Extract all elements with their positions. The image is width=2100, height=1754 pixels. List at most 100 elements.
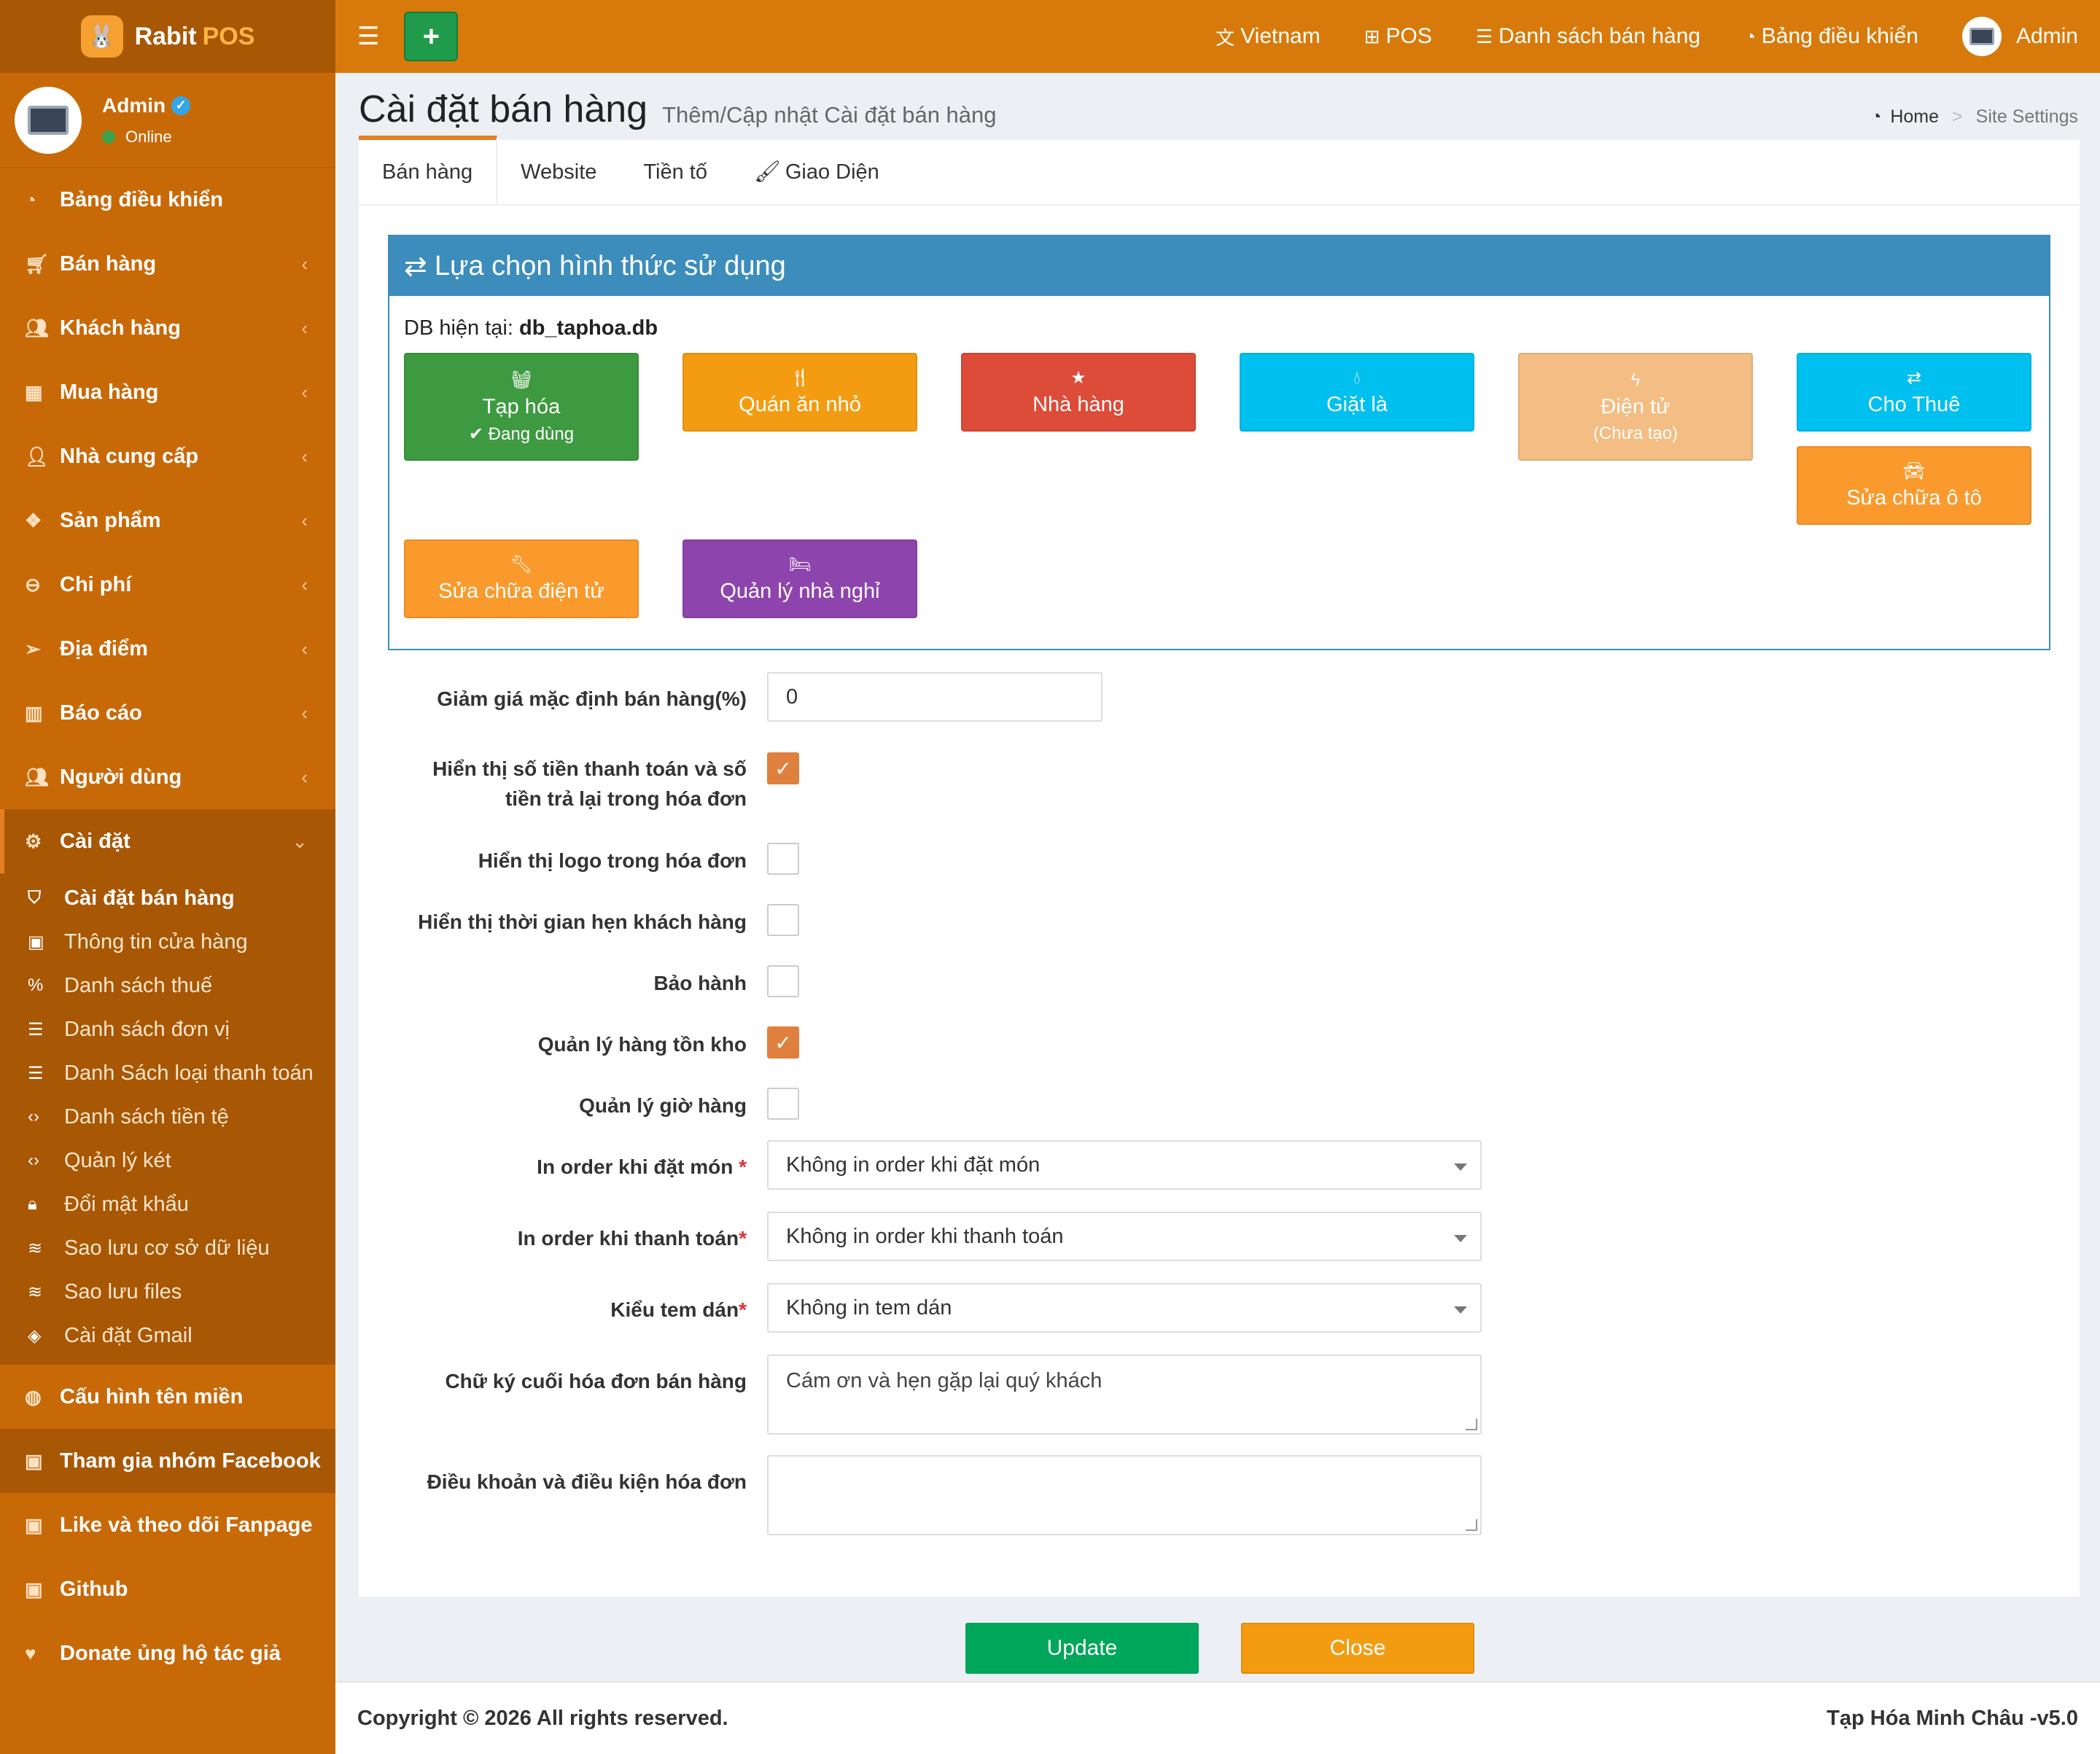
chevron-left-icon: ‹ xyxy=(301,637,308,660)
submenu-item-currencies[interactable]: ‹› Danh sách tiền tệ xyxy=(0,1095,335,1139)
mode-tile-electronics[interactable]: ϟ Điện tử (Chưa tạo) xyxy=(1518,353,1753,461)
add-new-button[interactable]: + xyxy=(404,12,459,61)
main-content: Cài đặt bán hàng Thêm/Cập nhật Cài đặt b… xyxy=(335,73,2100,1597)
submenu-item-backup-db[interactable]: ≋ Sao lưu cơ sở dữ liệu xyxy=(0,1226,335,1270)
sidebar-item-label: Chi phí xyxy=(60,572,132,596)
chevron-left-icon: ‹ xyxy=(301,316,308,339)
mode-tile-car-repair[interactable]: 🚘︎ Sửa chữa ô tô xyxy=(1797,446,2031,525)
pos-link[interactable]: ⊞ POS xyxy=(1364,24,1432,49)
sidebar-item-facebook-group[interactable]: ▣ Tham gia nhóm Facebook xyxy=(0,1429,335,1493)
mode-tile-restaurant[interactable]: ★ Nhà hàng xyxy=(961,353,1196,432)
tile-label: Nhà hàng xyxy=(1032,393,1124,416)
mode-tile-electronics-repair[interactable]: 🔧︎ Sửa chữa điện tử xyxy=(404,539,639,618)
tab-theme[interactable]: 🖌︎ Giao Diện xyxy=(731,140,903,204)
sidebar-item-fanpage[interactable]: ▣ Like và theo dõi Fanpage xyxy=(0,1493,335,1557)
code-icon: ‹› xyxy=(28,1150,39,1170)
close-button[interactable]: Close xyxy=(1241,1623,1474,1674)
copyright: Copyright © 2026 All rights reserved. xyxy=(357,1706,728,1730)
sticker-select[interactable]: Không in tem dán xyxy=(767,1283,1482,1333)
stock-checkbox[interactable]: ✓ xyxy=(767,1026,799,1059)
print-order-select[interactable]: Không in order khi đặt món xyxy=(767,1140,1482,1190)
terms-textarea[interactable] xyxy=(767,1455,1482,1535)
sidebar-item-label: Sản phẩm xyxy=(60,508,161,532)
submenu-item-taxes[interactable]: % Danh sách thuế xyxy=(0,964,335,1007)
settings-submenu: ⛉ Cài đặt bán hàng ▣ Thông tin cửa hàng % D… xyxy=(0,873,335,1365)
tile-note: ✔ Đang dùng xyxy=(468,424,575,444)
sidebar-item-domain[interactable]: ◍ Cấu hình tên miền xyxy=(0,1365,335,1429)
submenu-item-gmail[interactable]: ◈ Cài đặt Gmail xyxy=(0,1314,335,1357)
submenu-item-cash-drawer[interactable]: ‹› Quản lý két xyxy=(0,1139,335,1182)
sidebar-item-expenses[interactable]: ⊖ Chi phí ‹ xyxy=(0,553,335,617)
basket-icon: 🧺︎ xyxy=(510,370,533,390)
mode-tile-small-eatery[interactable]: 🍴︎ Quán ăn nhỏ xyxy=(682,353,917,432)
submenu-item-payment-types[interactable]: ☰ Danh Sách loại thanh toán xyxy=(0,1051,335,1095)
submenu-item-change-password[interactable]: 🔒︎ Đổi mật khẩu xyxy=(0,1182,335,1226)
sidebar-item-customers[interactable]: 👥︎ Khách hàng ‹ xyxy=(0,296,335,360)
resize-grip-icon[interactable] xyxy=(1466,1419,1477,1430)
show-logo-checkbox[interactable] xyxy=(767,843,799,875)
resize-grip-icon[interactable] xyxy=(1466,1519,1477,1531)
update-button[interactable]: Update xyxy=(965,1623,1199,1674)
sidebar-item-products[interactable]: ❖ Sản phẩm ‹ xyxy=(0,488,335,553)
tile-label: Quán ăn nhỏ xyxy=(739,393,861,416)
sidebar-item-suppliers[interactable]: 👤︎ Nhà cung cấp ‹ xyxy=(0,424,335,488)
mode-tile-grocery[interactable]: 🧺︎ Tạp hóa ✔ Đang dùng xyxy=(404,353,639,461)
submenu-item-units[interactable]: ☰ Danh sách đơn vị xyxy=(0,1007,335,1051)
db-value: db_taphoa.db xyxy=(518,316,658,340)
avatar xyxy=(1961,17,2002,56)
sidebar-item-donate[interactable]: ♥ Donate ủng hộ tác giả xyxy=(0,1621,335,1685)
tab-sales[interactable]: Bán hàng xyxy=(359,136,498,204)
mode-tile-laundry[interactable]: 💧︎ Giặt là xyxy=(1240,353,1474,432)
sidebar-item-dashboard[interactable]: ◔ Bảng điều khiển xyxy=(0,168,335,232)
tile-label: Sửa chữa điện tử xyxy=(438,580,604,603)
cogs-icon: ⚙ xyxy=(25,830,42,852)
sidebar-item-reports[interactable]: ▥ Báo cáo ‹ xyxy=(0,681,335,745)
tab-website[interactable]: Website xyxy=(497,140,620,204)
warranty-checkbox[interactable] xyxy=(767,965,799,997)
show-payment-checkbox[interactable]: ✓ xyxy=(767,752,799,784)
list-icon: ☰ xyxy=(28,1063,44,1083)
print-order-value: Không in order khi đặt món xyxy=(786,1153,1041,1177)
signature-textarea[interactable]: Cám ơn và hẹn gặp lại quý khách xyxy=(767,1355,1482,1435)
brand-logo[interactable]: 🐰 Rabit POS xyxy=(0,0,335,73)
mode-tile-rental[interactable]: ⇄ Cho Thuê xyxy=(1797,353,2031,432)
sidebar-menu: ◔ Bảng điều khiển 🛒︎ Bán hàng ‹ 👥︎ Khách hàn… xyxy=(0,168,335,1685)
admin-menu[interactable]: Admin xyxy=(1961,17,2078,56)
sidebar-item-settings[interactable]: ⚙ Cài đặt ⌄ xyxy=(0,809,335,873)
show-appointment-checkbox[interactable] xyxy=(767,904,799,936)
print-pay-label-text: In order khi thanh toán xyxy=(517,1227,739,1250)
language-switch[interactable]: 文 Vietnam xyxy=(1216,23,1321,50)
dashboard-link[interactable]: ◔ Bảng điều khiển xyxy=(1744,24,1918,49)
submenu-item-store-info[interactable]: ▣ Thông tin cửa hàng xyxy=(0,920,335,964)
wrench-icon: 🔧︎ xyxy=(510,555,533,574)
tab-prefix[interactable]: Tiền tố xyxy=(620,140,731,204)
form-actions: Update Close xyxy=(335,1623,2100,1674)
sidebar-item-users[interactable]: 👥︎ Người dùng ‹ xyxy=(0,745,335,809)
sidebar-item-github[interactable]: ▣ Github xyxy=(0,1557,335,1621)
exchange-icon: ⇄ xyxy=(1906,368,1922,388)
hamburger-menu-icon[interactable]: ☰ xyxy=(357,22,379,51)
sales-list-link[interactable]: ☰ Danh sách bán hàng xyxy=(1476,24,1700,49)
sidebar-item-locations[interactable]: ➢ Địa điểm ‹ xyxy=(0,617,335,681)
sidebar-item-sales[interactable]: 🛒︎ Bán hàng ‹ xyxy=(0,232,335,296)
drop-icon: 💧︎ xyxy=(1353,367,1361,388)
tile-label: Cho Thuê xyxy=(1867,393,1961,416)
submenu-item-sales-settings[interactable]: ⛉ Cài đặt bán hàng xyxy=(0,876,335,920)
mode-tile-guesthouse[interactable]: 🛏︎ Quản lý nhà nghỉ xyxy=(682,539,917,618)
submenu-item-backup-files[interactable]: ≋ Sao lưu files xyxy=(0,1270,335,1314)
discount-input[interactable]: 0 xyxy=(767,672,1102,722)
page-title: Cài đặt bán hàng xyxy=(359,88,648,130)
hours-checkbox[interactable] xyxy=(767,1088,799,1120)
required-mark: * xyxy=(739,1155,747,1178)
heart-icon: ♥ xyxy=(25,1642,36,1664)
plus-icon: + xyxy=(422,20,440,52)
sidebar-item-purchases[interactable]: ▦ Mua hàng ‹ xyxy=(0,360,335,424)
tile-label: Giặt là xyxy=(1326,392,1388,416)
print-pay-select[interactable]: Không in order khi thanh toán xyxy=(767,1212,1482,1261)
breadcrumb-home[interactable]: Home xyxy=(1890,106,1939,128)
briefcase-icon: ▣ xyxy=(25,1513,43,1536)
footer: Copyright © 2026 All rights reserved. Tạ… xyxy=(335,1681,2100,1754)
code-icon: ‹› xyxy=(28,1107,39,1126)
submenu-item-label: Danh sách tiền tệ xyxy=(64,1104,229,1129)
check-icon: ✓ xyxy=(774,1031,792,1054)
